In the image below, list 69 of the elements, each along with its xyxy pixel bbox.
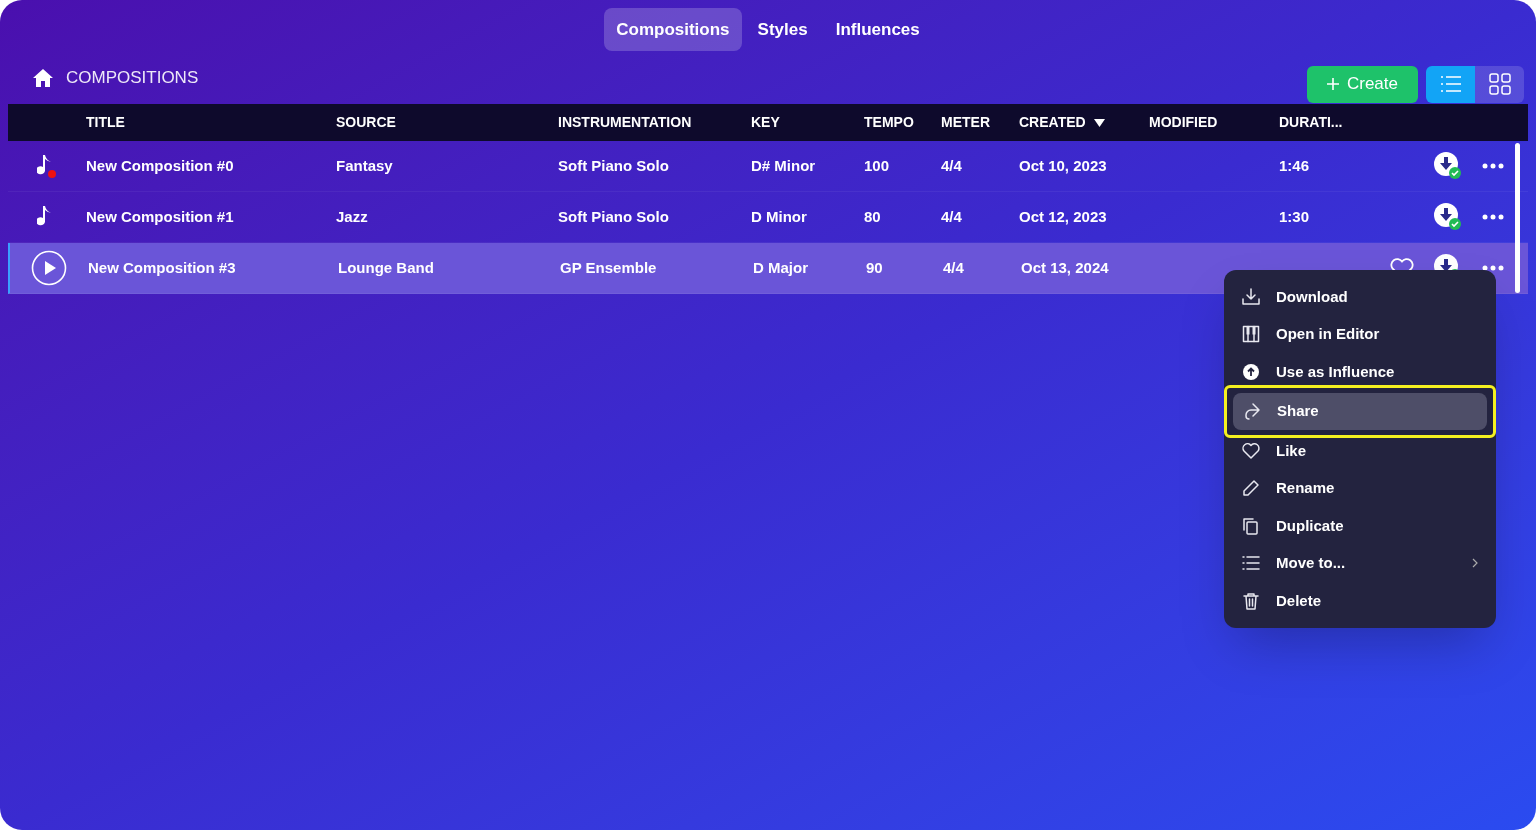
table-cell: New Composition #3	[88, 258, 236, 276]
scrollbar[interactable]	[1515, 143, 1520, 293]
table-cell: D Minor	[751, 207, 807, 225]
column-header[interactable]: KEY	[751, 112, 780, 133]
column-header[interactable]: DURATI...	[1279, 112, 1343, 133]
home-icon[interactable]	[32, 68, 54, 88]
table-cell: D# Minor	[751, 156, 816, 174]
more-icon[interactable]	[1482, 214, 1504, 220]
table-cell: Oct 13, 2024	[1021, 258, 1109, 276]
table-cell: 1:46	[1279, 156, 1310, 174]
table-row[interactable]: New Composition #0 Fantasy Soft Piano Solo D# Minor 100 4/4 Oct 10, 2023 1:46	[8, 141, 1528, 192]
table-cell: D Major	[753, 258, 808, 276]
download-icon	[1242, 287, 1260, 306]
music-note-icon	[37, 153, 57, 179]
menu-item[interactable]: Duplicate	[1232, 507, 1488, 545]
table-cell: New Composition #1	[86, 207, 234, 225]
menu-item[interactable]: Rename	[1232, 469, 1488, 507]
table-cell: 4/4	[943, 258, 964, 276]
plus-icon	[1326, 78, 1339, 90]
menu-item[interactable]: Move to...	[1232, 544, 1488, 582]
table-cell: Oct 10, 2023	[1019, 156, 1107, 174]
trash-icon	[1242, 591, 1260, 610]
table-cell: Soft Piano Solo	[558, 156, 669, 174]
table-cell: New Composition #0	[86, 156, 234, 174]
table-cell: 100	[864, 156, 890, 174]
column-header[interactable]: METER	[941, 112, 990, 133]
table-cell: 90	[866, 258, 883, 276]
grid-view-icon	[1488, 73, 1511, 95]
tab[interactable]: Compositions	[604, 8, 742, 51]
share-arrow-icon	[1243, 402, 1261, 421]
menu-item[interactable]: Delete	[1232, 582, 1488, 620]
table-cell: Soft Piano Solo	[558, 207, 669, 225]
upload-circle-icon	[1242, 362, 1260, 381]
download-status-icon[interactable]	[1434, 203, 1462, 231]
heart-icon	[1242, 441, 1260, 460]
list-icon	[1242, 554, 1260, 573]
tab[interactable]: Influences	[823, 8, 932, 51]
more-icon[interactable]	[1482, 265, 1504, 271]
menu-item[interactable]: Open in Editor	[1232, 315, 1488, 353]
column-header[interactable]: INSTRUMENTATION	[558, 112, 692, 133]
list-view-button[interactable]	[1426, 65, 1475, 103]
table-cell: 4/4	[941, 207, 962, 225]
more-icon[interactable]	[1482, 163, 1504, 169]
menu-item[interactable]: Use as Influence	[1232, 353, 1488, 391]
table-cell: 80	[864, 207, 881, 225]
grid-view-button[interactable]	[1475, 65, 1524, 103]
table-cell: Fantasy	[336, 156, 393, 174]
copy-icon	[1242, 516, 1260, 535]
table-cell: Jazz	[336, 207, 368, 225]
table-cell: GP Ensemble	[560, 258, 657, 276]
table-cell: 4/4	[941, 156, 962, 174]
column-header[interactable]: CREATED	[1019, 112, 1105, 133]
column-header[interactable]: TEMPO	[864, 112, 914, 133]
menu-item[interactable]: Like	[1232, 432, 1488, 470]
pencil-icon	[1242, 479, 1260, 498]
table-cell: Lounge Band	[338, 258, 434, 276]
menu-item[interactable]: Share	[1233, 392, 1487, 430]
download-status-icon[interactable]	[1434, 152, 1462, 180]
page-title: COMPOSITIONS	[66, 67, 199, 90]
column-header[interactable]: MODIFIED	[1149, 112, 1218, 133]
piano-keys-icon	[1242, 325, 1260, 344]
tab[interactable]: Styles	[745, 8, 820, 51]
sort-down-icon[interactable]	[1093, 118, 1105, 127]
table-cell: Oct 12, 2023	[1019, 207, 1107, 225]
table-cell: 1:30	[1279, 207, 1310, 225]
list-view-icon	[1439, 75, 1462, 93]
column-header[interactable]: TITLE	[86, 112, 125, 133]
play-button-icon[interactable]	[31, 250, 67, 286]
column-header[interactable]: SOURCE	[336, 112, 396, 133]
